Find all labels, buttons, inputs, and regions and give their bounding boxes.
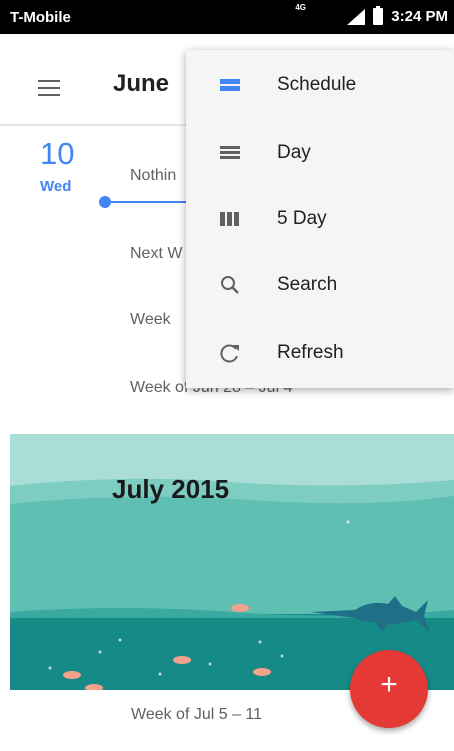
day-icon (220, 146, 240, 159)
agenda-item[interactable]: Week of Jul 5 – 11 (131, 706, 262, 724)
menu-item-label: Refresh (277, 342, 344, 363)
network-type: 4G (295, 3, 306, 12)
menu-item-label: 5 Day (277, 208, 327, 229)
create-event-button[interactable]: + (350, 650, 428, 728)
agenda-item[interactable]: Nothin (130, 167, 176, 185)
banner-month-title: July 2015 (112, 474, 230, 504)
agenda-item[interactable]: Next W (130, 245, 182, 263)
current-time-line (110, 201, 190, 203)
menu-item-label: Day (277, 142, 311, 163)
status-bar: T-Mobile 4G 3:24 PM (0, 0, 454, 34)
five-day-icon (220, 212, 239, 226)
menu-item-day[interactable]: Day (186, 120, 454, 186)
signal-icon (347, 8, 366, 25)
date-number: 10 (40, 136, 75, 171)
schedule-icon (220, 79, 240, 91)
menu-item-5-day[interactable]: 5 Day (186, 186, 454, 252)
plus-icon: + (380, 668, 398, 701)
refresh-icon (220, 344, 239, 363)
menu-item-search[interactable]: Search (186, 252, 454, 318)
menu-item-refresh[interactable]: Refresh (186, 320, 454, 386)
battery-icon (373, 6, 384, 25)
status-time: 3:24 PM (391, 8, 448, 25)
menu-item-label: Schedule (277, 74, 357, 95)
agenda-item[interactable]: Week (130, 311, 171, 329)
search-icon (221, 276, 239, 294)
menu-item-schedule[interactable]: Schedule (186, 52, 454, 118)
view-menu: Schedule Day 5 Day Search Refresh (186, 50, 454, 388)
carrier-name: T-Mobile (10, 9, 71, 26)
hamburger-menu-icon[interactable] (38, 80, 60, 96)
date-weekday: Wed (40, 178, 72, 195)
month-title[interactable]: June (113, 70, 169, 98)
menu-item-label: Search (277, 274, 338, 295)
